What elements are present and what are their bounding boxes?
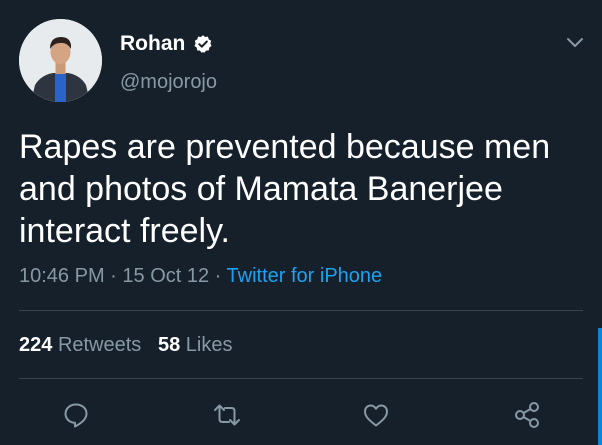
action-bar <box>0 390 602 440</box>
verified-badge-icon <box>194 35 212 53</box>
tweet-time[interactable]: 10:46 PM <box>19 265 105 287</box>
tweet-source-link[interactable]: Twitter for iPhone <box>227 265 383 287</box>
reply-icon[interactable] <box>61 400 91 430</box>
retweet-icon[interactable] <box>212 400 242 430</box>
meta-separator: · <box>214 265 227 287</box>
likes-count: 58 <box>157 334 181 356</box>
tweet-card: Rohan @mojorojo Rapes are prevented beca… <box>0 0 602 445</box>
retweets-stat[interactable]: 224 Retweets <box>19 334 141 356</box>
tweet-stats: 224 Retweets 58 Likes <box>19 334 233 357</box>
avatar-image <box>19 19 102 102</box>
chevron-down-icon[interactable] <box>566 36 584 50</box>
like-heart-icon[interactable] <box>361 400 391 430</box>
tweet-date[interactable]: 15 Oct 12 <box>122 265 209 287</box>
meta-separator: · <box>110 265 123 287</box>
likes-label: Likes <box>185 334 233 356</box>
likes-stat[interactable]: 58 Likes <box>158 334 233 356</box>
user-handle[interactable]: @mojorojo <box>120 71 217 94</box>
retweets-count: 224 <box>19 334 53 356</box>
user-name-row: Rohan <box>120 32 213 56</box>
share-icon[interactable] <box>512 400 542 430</box>
tweet-text: Rapes are prevented because men and phot… <box>19 128 551 250</box>
divider <box>19 378 583 379</box>
avatar[interactable] <box>19 19 102 102</box>
divider <box>19 310 583 311</box>
scrollbar[interactable] <box>598 328 602 445</box>
tweet-meta: 10:46 PM · 15 Oct 12 · Twitter for iPhon… <box>19 265 382 288</box>
retweets-label: Retweets <box>57 334 142 356</box>
user-name[interactable]: Rohan <box>120 32 185 56</box>
